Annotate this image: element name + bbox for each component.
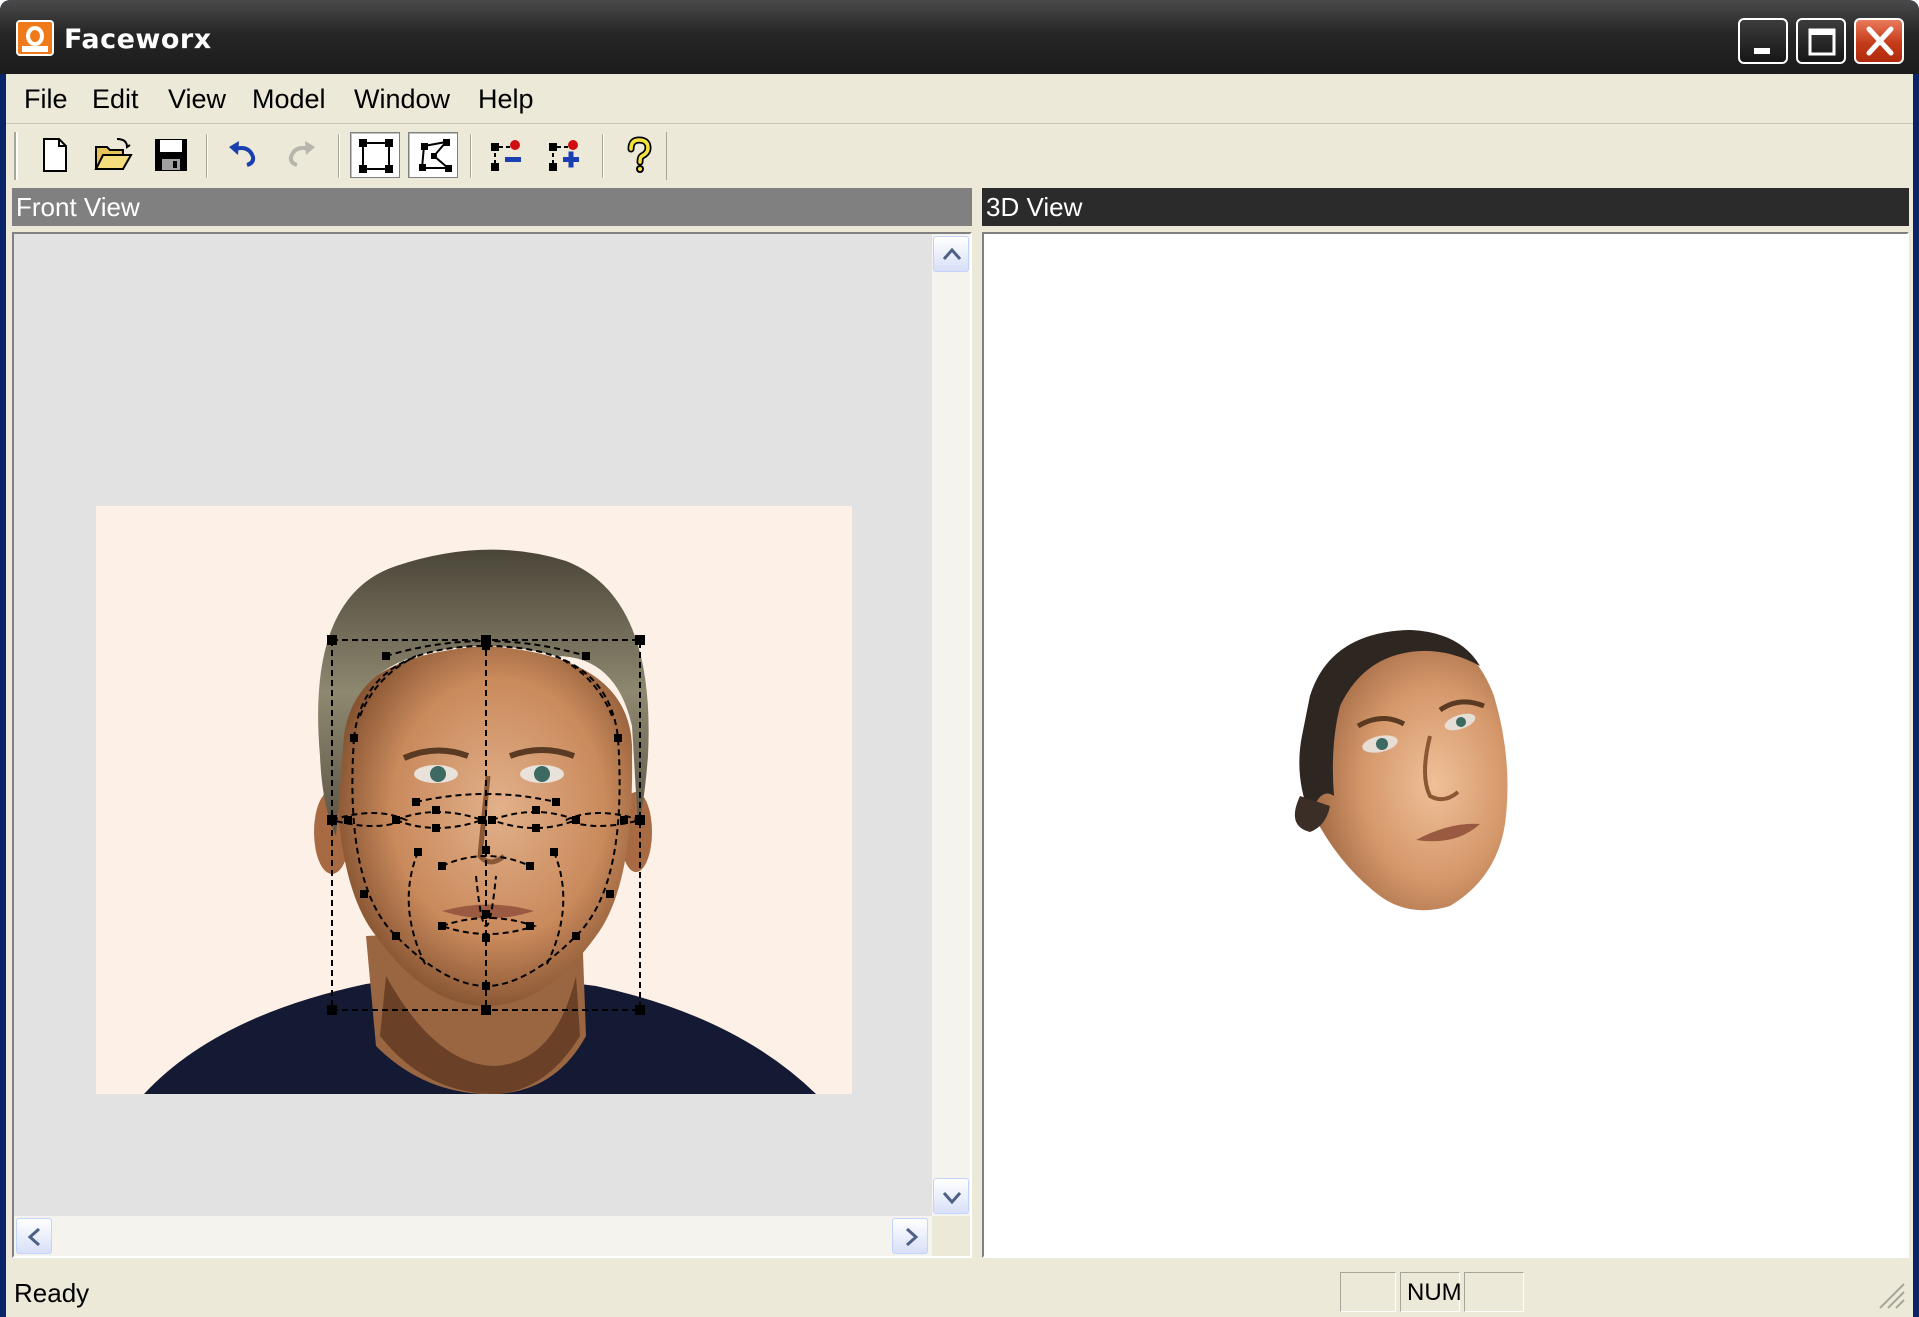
menu-file[interactable]: File	[24, 84, 68, 115]
remove-point-button[interactable]	[482, 132, 532, 178]
toolbar-separator	[338, 134, 340, 178]
toolbar-separator	[206, 134, 208, 178]
new-file-icon	[43, 138, 67, 172]
window-title: Faceworx	[64, 24, 212, 55]
status-indicator-num: NUM	[1400, 1272, 1462, 1312]
open-button[interactable]	[88, 132, 138, 178]
menu-edit[interactable]: Edit	[92, 84, 139, 115]
resize-grip-icon[interactable]	[1876, 1280, 1906, 1310]
chevron-down-icon	[942, 1192, 962, 1205]
three-d-view-pane[interactable]	[982, 232, 1909, 1258]
front-view-header: Front View	[12, 188, 972, 226]
save-icon	[155, 139, 187, 171]
menu-window[interactable]: Window	[354, 84, 450, 115]
three-d-head-model[interactable]	[1280, 626, 1520, 916]
scroll-down-button[interactable]	[933, 1178, 969, 1214]
scroll-corner	[932, 1216, 970, 1256]
open-folder-icon	[94, 138, 133, 170]
scroll-up-button[interactable]	[933, 236, 969, 272]
status-indicator-caps	[1340, 1272, 1396, 1312]
toolbar	[6, 126, 1913, 184]
undo-icon	[229, 141, 256, 167]
close-button[interactable]	[1854, 18, 1904, 64]
menu-bar: File Edit View Model Window Help	[6, 74, 1913, 124]
client-area: File Edit View Model Window Help Front V…	[6, 74, 1913, 1317]
add-point-icon	[549, 140, 579, 171]
undo-button[interactable]	[218, 132, 268, 178]
three-d-view-header: 3D View	[982, 188, 1909, 226]
front-view-vertical-scrollbar[interactable]	[932, 234, 970, 1216]
toolbar-grip[interactable]	[14, 132, 18, 180]
select-polygon-icon	[419, 139, 452, 172]
menu-help[interactable]: Help	[478, 84, 534, 115]
remove-point-icon	[491, 140, 521, 171]
chevron-right-icon	[906, 1227, 919, 1247]
menu-view[interactable]: View	[168, 84, 226, 115]
menu-model[interactable]: Model	[252, 84, 326, 115]
status-indicator-scroll	[1464, 1272, 1524, 1312]
front-view-pane[interactable]	[12, 232, 972, 1258]
select-polygon-button[interactable]	[408, 132, 458, 178]
minimize-button[interactable]	[1738, 18, 1788, 64]
save-button[interactable]	[146, 132, 196, 178]
help-icon	[627, 136, 652, 173]
maximize-icon	[1808, 28, 1836, 56]
select-rectangle-button[interactable]	[350, 132, 400, 178]
pane-splitter[interactable]	[972, 188, 982, 1258]
minimize-icon	[1754, 48, 1770, 54]
front-face-photo[interactable]	[96, 506, 852, 1094]
status-bar: Ready NUM	[6, 1264, 1913, 1317]
scroll-right-button[interactable]	[892, 1218, 928, 1254]
select-rectangle-icon	[359, 139, 393, 173]
redo-button[interactable]	[276, 132, 326, 178]
help-button[interactable]	[614, 132, 664, 178]
chevron-left-icon	[27, 1227, 40, 1247]
app-window: Faceworx File Edit View Model Window Hel…	[0, 0, 1919, 1317]
maximize-button[interactable]	[1796, 18, 1846, 64]
toolbar-separator	[602, 134, 604, 178]
front-view-horizontal-scrollbar[interactable]	[14, 1216, 932, 1256]
faceworx-app-icon	[16, 20, 54, 56]
scroll-left-button[interactable]	[16, 1218, 52, 1254]
toolbar-separator	[470, 134, 472, 178]
toolbar-end	[666, 132, 668, 180]
add-point-button[interactable]	[540, 132, 590, 178]
new-button[interactable]	[30, 132, 80, 178]
status-text: Ready	[14, 1278, 90, 1308]
title-bar[interactable]: Faceworx	[0, 0, 1919, 74]
close-icon	[1866, 26, 1894, 56]
chevron-up-icon	[942, 247, 962, 260]
redo-icon	[288, 141, 315, 167]
